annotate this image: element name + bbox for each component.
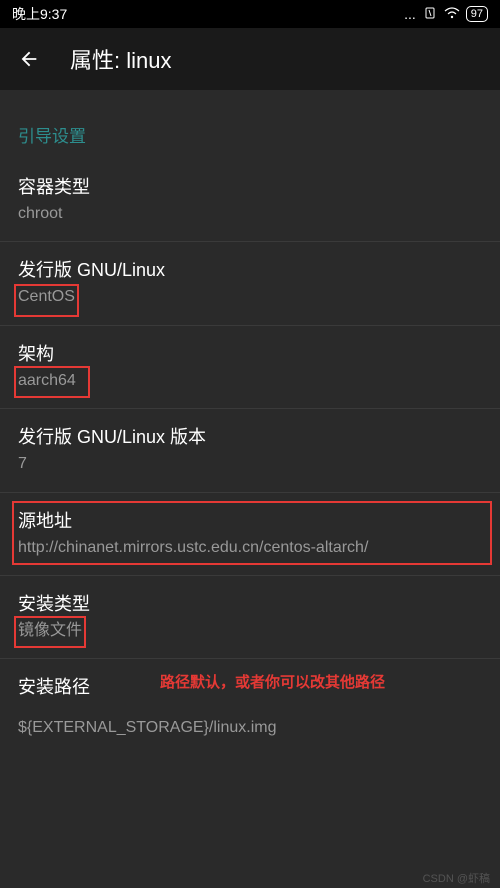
page-title: 属性: linux [70, 43, 171, 75]
battery-icon: 97 [466, 6, 488, 22]
highlight-centos: CentOS [18, 286, 75, 308]
setting-value: CentOS [18, 286, 482, 308]
setting-source-url[interactable]: 源地址 http://chinanet.mirrors.ustc.edu.cn/… [0, 493, 500, 576]
setting-value: 镜像文件 [18, 620, 482, 642]
setting-distro-version[interactable]: 发行版 GNU/Linux 版本 7 [0, 409, 500, 492]
wifi-icon [444, 6, 460, 22]
section-header-boot: 引导设置 [0, 116, 500, 159]
status-dots: ... [404, 6, 416, 22]
highlight-aarch64: aarch64 [18, 370, 76, 392]
highlight-imgfile: 镜像文件 [18, 620, 82, 642]
setting-value: 7 [18, 453, 482, 475]
annotation-path: 路径默认，或者你可以改其他路径 [160, 671, 385, 692]
status-time: 晚上9:37 [12, 4, 67, 24]
status-right: ... 97 [404, 6, 488, 22]
settings-content: 引导设置 容器类型 chroot 发行版 GNU/Linux CentOS 架构… [0, 90, 500, 756]
setting-container-type[interactable]: 容器类型 chroot [0, 159, 500, 242]
back-arrow-icon[interactable] [18, 48, 40, 70]
setting-value: chroot [18, 203, 482, 225]
setting-install-type[interactable]: 安装类型 镜像文件 [0, 576, 500, 659]
setting-label: 源地址 [18, 507, 482, 533]
setting-label: 安装类型 [18, 590, 482, 616]
setting-value: ${EXTERNAL_STORAGE}/linux.img [18, 717, 482, 739]
setting-label: 发行版 GNU/Linux [18, 256, 482, 282]
setting-distro[interactable]: 发行版 GNU/Linux CentOS [0, 242, 500, 325]
vibrate-icon [422, 6, 438, 22]
watermark: CSDN @虾稿 [423, 870, 490, 886]
setting-label: 容器类型 [18, 173, 482, 199]
status-bar: 晚上9:37 ... 97 [0, 0, 500, 28]
setting-label: 架构 [18, 340, 482, 366]
setting-label: 发行版 GNU/Linux 版本 [18, 423, 482, 449]
setting-value: aarch64 [18, 370, 482, 392]
app-header: 属性: linux [0, 28, 500, 90]
setting-install-path[interactable]: 安装路径 路径默认，或者你可以改其他路径 ${EXTERNAL_STORAGE}… [0, 659, 500, 755]
setting-value: http://chinanet.mirrors.ustc.edu.cn/cent… [18, 537, 482, 559]
setting-arch[interactable]: 架构 aarch64 [0, 326, 500, 409]
